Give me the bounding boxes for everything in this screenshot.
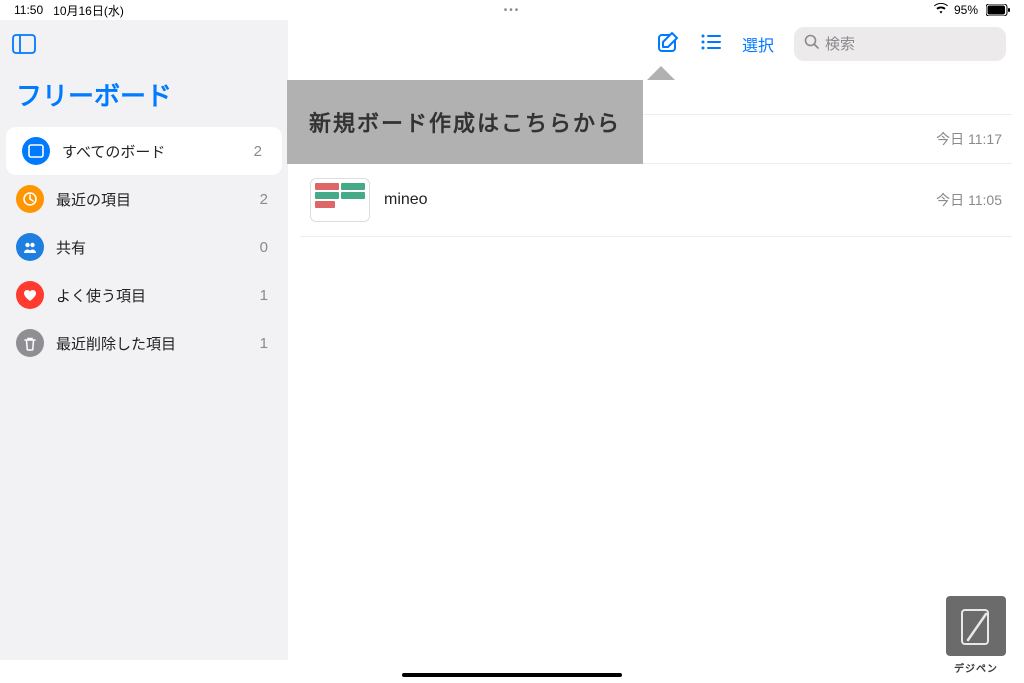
sidebar-item-recent[interactable]: 最近の項目 2 (0, 175, 288, 223)
sidebar-item-label: よく使う項目 (56, 285, 248, 306)
sidebar-item-count: 0 (260, 239, 272, 256)
sidebar-item-shared[interactable]: 共有 0 (0, 223, 288, 271)
sidebar-toggle-button[interactable] (12, 34, 36, 58)
sidebar-item-deleted[interactable]: 最近削除した項目 1 (0, 319, 288, 367)
battery-icon (984, 4, 1010, 16)
sidebar-item-label: すべてのボード (62, 141, 242, 162)
view-options-button[interactable] (700, 33, 722, 56)
board-time: 今日 11:17 (936, 129, 1002, 149)
board-row[interactable]: mineo 今日 11:05 (300, 164, 1012, 237)
watermark-label: デジペン (942, 660, 1010, 675)
search-input[interactable] (825, 36, 1024, 53)
main-content: 選択 新規ボード作成はこちらから 今日 11:17 (288, 20, 1024, 660)
battery-pct: 95% (954, 3, 978, 17)
sidebar-item-count: 1 (260, 335, 272, 352)
sidebar-item-count: 2 (260, 191, 272, 208)
sidebar-item-count: 2 (254, 143, 266, 160)
board-name: mineo (384, 191, 922, 209)
sidebar-item-label: 共有 (56, 237, 248, 258)
board-icon (22, 137, 50, 165)
new-board-button[interactable] (656, 30, 680, 59)
wifi-icon (934, 3, 948, 17)
clock-icon (16, 185, 44, 213)
search-field[interactable] (794, 27, 1006, 61)
status-date: 10月16日(水) (53, 2, 124, 19)
watermark-logo: デジペン (942, 596, 1010, 675)
hint-tooltip: 新規ボード作成はこちらから (287, 80, 643, 164)
sidebar-item-favorites[interactable]: よく使う項目 1 (0, 271, 288, 319)
board-time: 今日 11:05 (936, 190, 1002, 210)
sidebar-list: すべてのボード 2 最近の項目 2 共有 0 (0, 127, 288, 367)
people-icon (16, 233, 44, 261)
sidebar-item-count: 1 (260, 287, 272, 304)
sidebar-item-label: 最近の項目 (56, 189, 248, 210)
board-thumbnail (310, 178, 370, 222)
toolbar: 選択 (300, 20, 1012, 68)
sidebar-item-label: 最近削除した項目 (56, 333, 248, 354)
heart-icon (16, 281, 44, 309)
sidebar: フリーボード すべてのボード 2 最近の項目 2 共有 (0, 20, 288, 660)
select-button[interactable]: 選択 (742, 32, 774, 56)
search-icon (804, 34, 819, 54)
trash-icon (16, 329, 44, 357)
app-title: フリーボード (0, 64, 288, 127)
sidebar-item-all-boards[interactable]: すべてのボード 2 (6, 127, 282, 175)
home-indicator[interactable] (402, 673, 622, 677)
status-bar: 11:50 10月16日(水) ••• 95% (0, 0, 1024, 20)
multitask-dots[interactable]: ••• (504, 5, 521, 16)
status-time: 11:50 (14, 3, 43, 17)
